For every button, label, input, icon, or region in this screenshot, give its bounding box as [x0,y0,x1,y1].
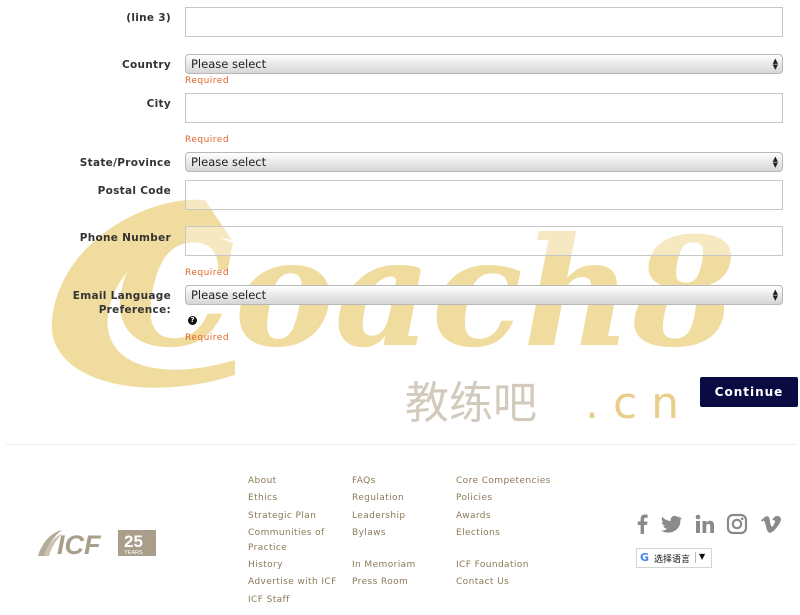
phone-required: Required [185,268,230,278]
city-label: City [146,98,171,110]
linkedin-icon[interactable] [694,513,716,535]
footer-divider [6,444,796,445]
state-label: State/Province [79,157,171,169]
postal-code-input[interactable] [185,180,783,210]
footer-link-history[interactable]: History [248,560,283,571]
google-g-icon: G [640,551,650,564]
footer-link-awards[interactable]: Awards [456,511,491,522]
footer-link-contact-us[interactable]: Contact Us [456,577,509,588]
select-arrows-icon: ▲ ▼ [772,288,778,302]
footer-link-bylaws[interactable]: Bylaws [352,528,386,539]
twitter-icon[interactable] [660,513,682,535]
email-language-label-line1: Email Language [72,290,171,302]
footer-link-elections[interactable]: Elections [456,528,500,539]
footer-link-faqs[interactable]: FAQs [352,476,376,487]
continue-button[interactable]: Continue [700,377,798,407]
footer-link-advertise[interactable]: Advertise with ICF [248,577,337,588]
footer-link-core-competencies[interactable]: Core Competencies [456,476,551,487]
email-language-label: Email Language Preference: [0,289,171,317]
country-select-value: Please select [191,57,267,71]
footer-link-regulation[interactable]: Regulation [352,493,404,504]
footer-link-press-room[interactable]: Press Room [352,577,408,588]
watermark-chinese-text: 教练吧 [405,378,537,429]
footer-link-communities-of-practice[interactable]: Communities of Practice [248,528,325,554]
footer-link-communities-line1: Communities of [248,528,325,538]
email-language-required: Required [185,333,230,343]
footer-link-strategic-plan[interactable]: Strategic Plan [248,511,316,522]
instagram-icon[interactable] [726,513,748,535]
footer-link-communities-line2: Practice [248,543,288,553]
country-required: Required [185,76,230,86]
city-input[interactable] [185,93,783,123]
icf-logo-number: 25 [124,532,143,551]
city-required: Required [185,135,230,145]
footer-link-about[interactable]: About [248,476,277,487]
phone-input[interactable] [185,226,783,256]
icf-logo-graphic: ICF 25 YEARS [38,530,156,560]
phone-label: Phone Number [79,232,171,244]
translate-label: 选择语言 [654,555,691,565]
help-icon[interactable]: ? [188,316,197,325]
vimeo-icon[interactable] [760,513,782,535]
footer-link-policies[interactable]: Policies [456,493,493,504]
footer-link-leadership[interactable]: Leadership [352,511,405,522]
footer-link-in-memoriam[interactable]: In Memoriam [352,560,416,571]
state-select-value: Please select [191,155,267,169]
google-translate-select[interactable]: G 选择语言 ▼ [636,548,712,568]
icf-logo-years: YEARS [124,550,143,556]
chevron-down-icon: ▼ [699,552,706,561]
footer-link-icf-staff[interactable]: ICF Staff [248,595,290,606]
email-language-select-value: Please select [191,288,267,302]
translate-separator [695,552,696,563]
postal-code-label: Postal Code [97,185,171,197]
country-label: Country [121,59,171,71]
watermark-domain-text: . c n [585,378,679,429]
select-arrows-icon: ▲ ▼ [772,155,778,169]
email-language-select[interactable]: Please select ▲ ▼ [185,285,783,305]
icf-25-logo: ICF 25 YEARS [36,528,158,560]
email-language-label-line2: Preference: [98,304,171,316]
select-arrows-icon: ▲ ▼ [772,57,778,71]
address-line3-input[interactable] [185,7,783,37]
icf-logo-text: ICF [57,530,102,558]
state-select[interactable]: Please select ▲ ▼ [185,152,783,172]
address-line3-label: (line 3) [126,12,171,24]
facebook-icon[interactable] [632,513,654,535]
country-select[interactable]: Please select ▲ ▼ [185,54,783,74]
footer-link-icf-foundation[interactable]: ICF Foundation [456,560,529,571]
footer-link-ethics[interactable]: Ethics [248,493,277,504]
